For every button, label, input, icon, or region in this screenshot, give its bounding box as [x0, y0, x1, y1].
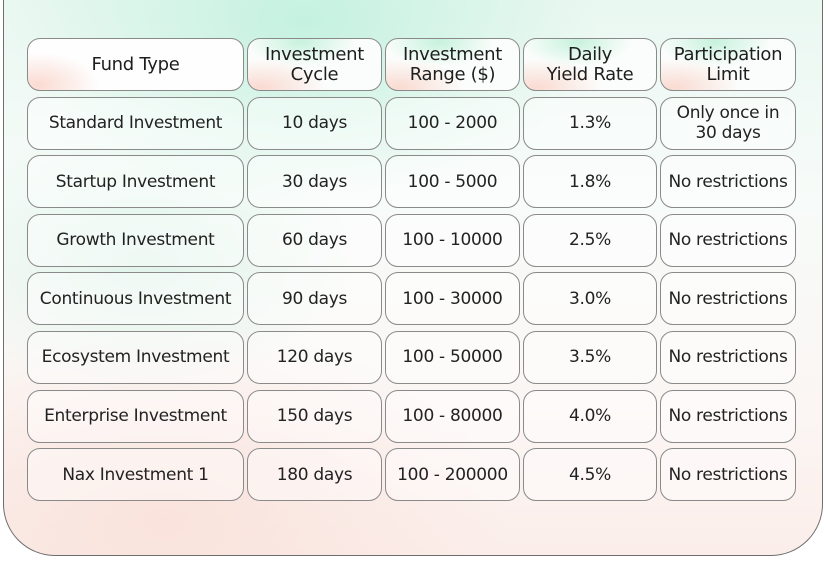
cell-daily-yield-rate-value: 1.8% [569, 171, 611, 192]
header-fund-type: Fund Type [27, 38, 244, 91]
cell-investment-cycle-value: 180 days [276, 464, 353, 485]
cell-investment-range: 100 - 200000 [385, 448, 520, 502]
cell-investment-range: 100 - 80000 [385, 389, 520, 443]
participation-limit-line: No restrictions [668, 347, 788, 368]
cell-daily-yield-rate: 3.0% [523, 272, 657, 326]
cell-daily-yield-rate: 1.8% [523, 155, 657, 209]
header-daily-yield-line2: Yield Rate [546, 63, 634, 85]
cell-participation-limit: No restrictions [660, 448, 796, 502]
cell-fund-type-value: Ecosystem Investment [41, 347, 230, 368]
cell-investment-range-value: 100 - 30000 [402, 288, 503, 309]
cell-investment-cycle: 90 days [247, 272, 382, 326]
participation-limit-line: 30 days [695, 123, 761, 144]
cell-investment-cycle: 150 days [247, 389, 382, 443]
cell-participation-limit: No restrictions [660, 155, 796, 209]
cell-fund-type: Ecosystem Investment [27, 330, 244, 384]
cell-daily-yield-rate-value: 3.0% [569, 288, 611, 309]
cell-fund-type: Startup Investment [27, 155, 244, 209]
cell-investment-range-value: 100 - 200000 [397, 464, 508, 485]
cell-investment-cycle: 180 days [247, 448, 382, 502]
cell-fund-type-value: Continuous Investment [39, 288, 232, 309]
cell-daily-yield-rate: 4.5% [523, 448, 657, 502]
header-participation-limit-line1: Participation [673, 43, 783, 65]
participation-limit-line: No restrictions [668, 288, 788, 309]
cell-fund-type: Growth Investment [27, 213, 244, 267]
header-investment-cycle-line2: Cycle [290, 63, 339, 85]
cell-investment-range-value: 100 - 50000 [402, 347, 503, 368]
cell-daily-yield-rate: 3.5% [523, 330, 657, 384]
cell-daily-yield-rate: 2.5% [523, 213, 657, 267]
cell-investment-range: 100 - 2000 [385, 96, 520, 150]
fund-types-table: Fund Type Investment Cycle Investment Ra… [27, 38, 796, 502]
participation-limit-line: No restrictions [668, 171, 788, 192]
cell-investment-cycle-value: 10 days [281, 113, 348, 134]
cell-investment-cycle: 30 days [247, 155, 382, 209]
cell-daily-yield-rate: 4.0% [523, 389, 657, 443]
cell-participation-limit: No restrictions [660, 272, 796, 326]
header-investment-range-line2: Range ($) [409, 63, 496, 85]
cell-investment-range-value: 100 - 5000 [407, 171, 498, 192]
cell-fund-type: Nax Investment 1 [27, 448, 244, 502]
cell-fund-type-value: Nax Investment 1 [62, 464, 209, 485]
cell-investment-range: 100 - 5000 [385, 155, 520, 209]
header-fund-type-label: Fund Type [91, 53, 180, 75]
cell-daily-yield-rate-value: 2.5% [569, 230, 611, 251]
cell-investment-range: 100 - 50000 [385, 330, 520, 384]
cell-fund-type: Continuous Investment [27, 272, 244, 326]
cell-investment-range-value: 100 - 80000 [402, 406, 503, 427]
header-participation-limit: Participation Limit [660, 38, 796, 91]
header-investment-cycle-line1: Investment [265, 43, 364, 65]
cell-fund-type-value: Standard Investment [48, 113, 223, 134]
header-investment-cycle: Investment Cycle [247, 38, 382, 91]
participation-limit-line: No restrictions [668, 464, 788, 485]
header-investment-range: Investment Range ($) [385, 38, 520, 91]
participation-limit-line: No restrictions [668, 406, 788, 427]
cell-investment-cycle: 60 days [247, 213, 382, 267]
header-daily-yield-line1: Daily [567, 43, 613, 65]
header-participation-limit-line2: Limit [706, 63, 750, 85]
cell-fund-type-value: Startup Investment [55, 171, 216, 192]
header-investment-range-line1: Investment [403, 43, 502, 65]
cell-participation-limit: Only once in 30 days [660, 96, 796, 150]
cell-daily-yield-rate-value: 1.3% [569, 113, 611, 134]
cell-participation-limit: No restrictions [660, 330, 796, 384]
cell-investment-cycle-value: 60 days [281, 230, 348, 251]
cell-daily-yield-rate-value: 4.0% [569, 406, 611, 427]
cell-participation-limit: No restrictions [660, 213, 796, 267]
cell-investment-cycle-value: 90 days [281, 288, 348, 309]
cell-investment-range: 100 - 10000 [385, 213, 520, 267]
cell-fund-type-value: Enterprise Investment [44, 406, 227, 427]
cell-participation-limit: No restrictions [660, 389, 796, 443]
cell-investment-cycle-value: 120 days [276, 347, 353, 368]
cell-investment-range-value: 100 - 2000 [407, 113, 498, 134]
cell-daily-yield-rate-value: 3.5% [569, 347, 611, 368]
cell-investment-cycle: 120 days [247, 330, 382, 384]
cell-investment-range-value: 100 - 10000 [402, 230, 503, 251]
header-daily-yield-rate: Daily Yield Rate [523, 38, 657, 91]
cell-daily-yield-rate: 1.3% [523, 96, 657, 150]
cell-investment-cycle-value: 30 days [281, 171, 348, 192]
cell-fund-type-value: Growth Investment [56, 230, 215, 251]
participation-limit-line: No restrictions [668, 230, 788, 251]
cell-fund-type: Enterprise Investment [27, 389, 244, 443]
cell-investment-range: 100 - 30000 [385, 272, 520, 326]
cell-investment-cycle: 10 days [247, 96, 382, 150]
cell-investment-cycle-value: 150 days [276, 406, 353, 427]
cell-fund-type: Standard Investment [27, 96, 244, 150]
participation-limit-line: Only once in [676, 103, 780, 124]
cell-daily-yield-rate-value: 4.5% [569, 464, 611, 485]
